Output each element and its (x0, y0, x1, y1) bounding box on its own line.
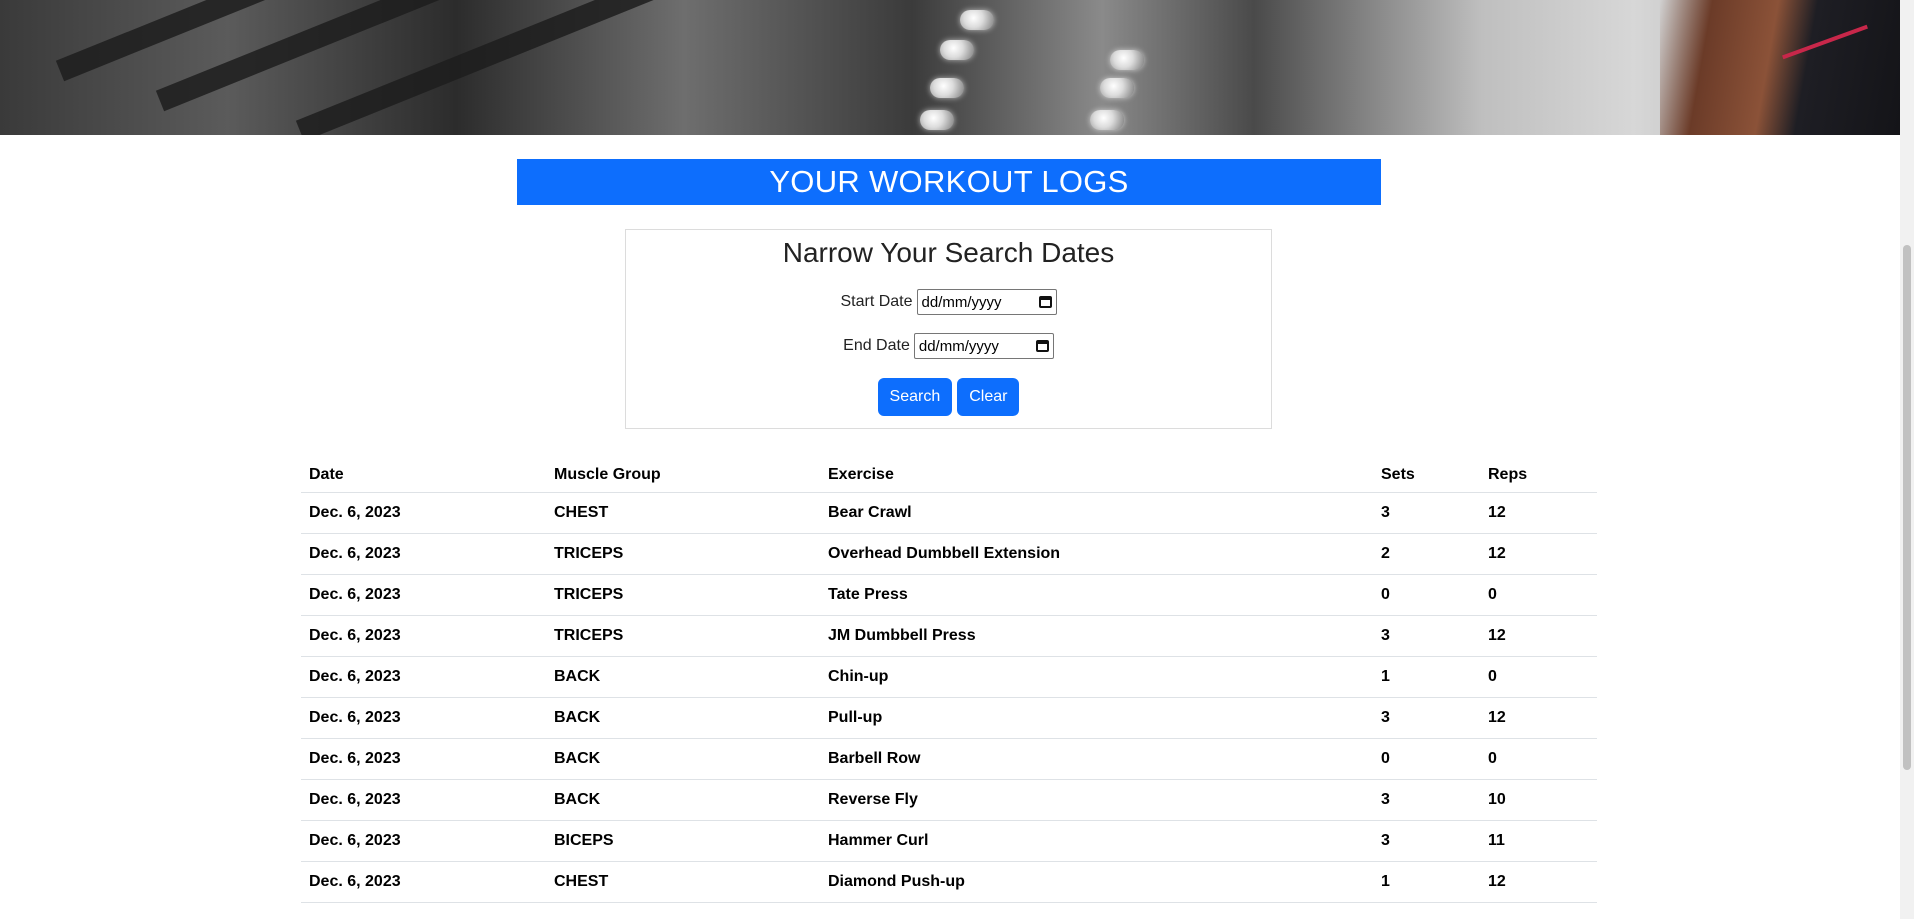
cell-muscle-group: BACK (546, 697, 820, 739)
table-row: Dec. 6, 2023 TRICEPS Overhead Dumbbell E… (301, 533, 1597, 575)
cell-date: Dec. 6, 2023 (301, 779, 546, 821)
cell-date: Dec. 6, 2023 (301, 615, 546, 657)
cell-exercise: JM Dumbbell Press (820, 615, 1373, 657)
date-search-panel: Narrow Your Search Dates Start Date dd/m… (625, 229, 1272, 429)
cell-date: Dec. 6, 2023 (301, 738, 546, 780)
cell-reps: 12 (1480, 492, 1597, 534)
search-actions: Search Clear (626, 378, 1271, 416)
cell-sets: 0 (1373, 574, 1480, 616)
cell-sets: 0 (1373, 738, 1480, 780)
cell-muscle-group: TRICEPS (546, 615, 820, 657)
column-header-muscle-group: Muscle Group (546, 458, 820, 493)
cell-exercise: Barbell Row (820, 738, 1373, 780)
cell-muscle-group: CHEST (546, 492, 820, 534)
column-header-exercise: Exercise (820, 458, 1373, 493)
cell-reps: 0 (1480, 738, 1597, 780)
calendar-icon[interactable] (1038, 296, 1052, 308)
cell-sets: 1 (1373, 861, 1480, 903)
cell-muscle-group: TRICEPS (546, 533, 820, 575)
table-row: Dec. 6, 2023 BACK Barbell Row 0 0 (301, 738, 1597, 780)
table-row: Dec. 6, 2023 BICEPS Hammer Curl 3 11 (301, 820, 1597, 862)
cell-exercise: Overhead Dumbbell Extension (820, 533, 1373, 575)
cell-date: Dec. 6, 2023 (301, 574, 546, 616)
cell-muscle-group: BACK (546, 779, 820, 821)
cell-date: Dec. 6, 2023 (301, 533, 546, 575)
clear-button[interactable]: Clear (957, 378, 1020, 416)
cell-date: Dec. 6, 2023 (301, 656, 546, 698)
scrollbar-thumb[interactable] (1903, 245, 1911, 770)
cell-muscle-group: BICEPS (546, 820, 820, 862)
cell-reps: 12 (1480, 697, 1597, 739)
table-row: Dec. 6, 2023 CHEST Bear Crawl 3 12 (301, 492, 1597, 534)
cell-exercise: Tate Press (820, 574, 1373, 616)
workout-logs-table: Date Muscle Group Exercise Sets Reps Dec… (301, 458, 1597, 903)
hero-gym-image (0, 0, 1900, 135)
table-row: Dec. 6, 2023 TRICEPS Tate Press 0 0 (301, 574, 1597, 616)
cell-date: Dec. 6, 2023 (301, 492, 546, 534)
cell-sets: 3 (1373, 820, 1480, 862)
page-title: YOUR WORKOUT LOGS (517, 159, 1381, 205)
cell-muscle-group: TRICEPS (546, 574, 820, 616)
cell-exercise: Pull-up (820, 697, 1373, 739)
start-date-placeholder: dd/mm/yyyy (921, 293, 1002, 311)
cell-sets: 3 (1373, 615, 1480, 657)
table-row: Dec. 6, 2023 CHEST Diamond Push-up 1 12 (301, 861, 1597, 903)
start-date-row: Start Date dd/mm/yyyy (626, 286, 1271, 318)
table-row: Dec. 6, 2023 BACK Reverse Fly 3 10 (301, 779, 1597, 821)
page: YOUR WORKOUT LOGS Narrow Your Search Dat… (0, 0, 1900, 919)
table-row: Dec. 6, 2023 BACK Pull-up 3 12 (301, 697, 1597, 739)
end-date-placeholder: dd/mm/yyyy (918, 337, 999, 355)
cell-sets: 3 (1373, 697, 1480, 739)
end-date-input[interactable]: dd/mm/yyyy (913, 333, 1054, 359)
cell-exercise: Hammer Curl (820, 820, 1373, 862)
cell-reps: 12 (1480, 615, 1597, 657)
cell-date: Dec. 6, 2023 (301, 820, 546, 862)
cell-reps: 10 (1480, 779, 1597, 821)
cell-reps: 11 (1480, 820, 1597, 862)
cell-reps: 12 (1480, 533, 1597, 575)
end-date-row: End Date dd/mm/yyyy (626, 330, 1271, 362)
cell-muscle-group: BACK (546, 738, 820, 780)
cell-date: Dec. 6, 2023 (301, 861, 546, 903)
cell-reps: 0 (1480, 574, 1597, 616)
start-date-input[interactable]: dd/mm/yyyy (916, 289, 1057, 315)
search-button[interactable]: Search (877, 378, 953, 416)
cell-sets: 3 (1373, 492, 1480, 534)
table-header-row: Date Muscle Group Exercise Sets Reps (301, 458, 1597, 493)
cell-muscle-group: BACK (546, 656, 820, 698)
table-row: Dec. 6, 2023 TRICEPS JM Dumbbell Press 3… (301, 615, 1597, 657)
calendar-icon[interactable] (1035, 340, 1049, 352)
cell-reps: 0 (1480, 656, 1597, 698)
cell-exercise: Diamond Push-up (820, 861, 1373, 903)
cell-exercise: Reverse Fly (820, 779, 1373, 821)
start-date-label: Start Date (840, 293, 913, 310)
column-header-date: Date (301, 458, 546, 493)
cell-date: Dec. 6, 2023 (301, 697, 546, 739)
cell-sets: 2 (1373, 533, 1480, 575)
cell-exercise: Chin-up (820, 656, 1373, 698)
search-heading: Narrow Your Search Dates (782, 237, 1115, 268)
cell-reps: 12 (1480, 861, 1597, 903)
cell-sets: 3 (1373, 779, 1480, 821)
page-scrollbar[interactable] (1900, 0, 1914, 919)
cell-exercise: Bear Crawl (820, 492, 1373, 534)
table-row: Dec. 6, 2023 BACK Chin-up 1 0 (301, 656, 1597, 698)
column-header-reps: Reps (1480, 458, 1597, 493)
end-date-label: End Date (843, 337, 910, 354)
column-header-sets: Sets (1373, 458, 1480, 493)
cell-sets: 1 (1373, 656, 1480, 698)
cell-muscle-group: CHEST (546, 861, 820, 903)
